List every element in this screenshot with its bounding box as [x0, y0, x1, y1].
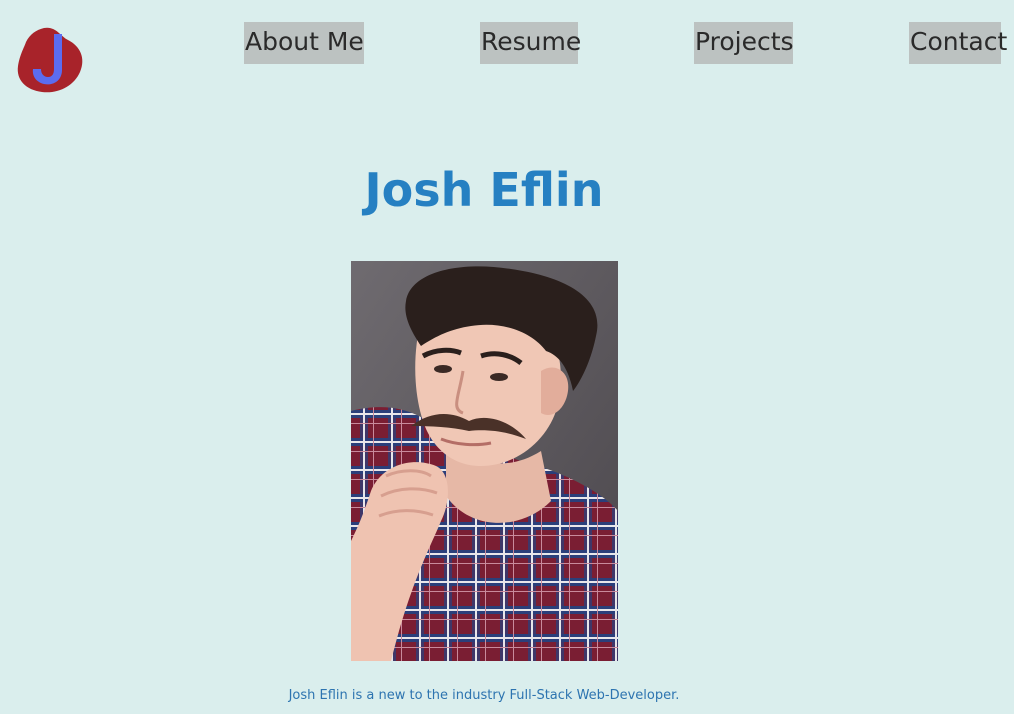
- logo-icon: J: [17, 27, 83, 93]
- site-logo[interactable]: J: [16, 24, 86, 96]
- page-title: Josh Eflin: [364, 163, 604, 217]
- nav-link-about[interactable]: About Me: [244, 22, 364, 64]
- nav-link-contact[interactable]: Contact: [909, 22, 1007, 64]
- nav-link-resume[interactable]: Resume: [480, 22, 581, 64]
- profile-photo: [351, 261, 618, 661]
- bio-text: Josh Eflin is a new to the industry Full…: [288, 688, 680, 703]
- nav-link-projects[interactable]: Projects: [694, 22, 794, 64]
